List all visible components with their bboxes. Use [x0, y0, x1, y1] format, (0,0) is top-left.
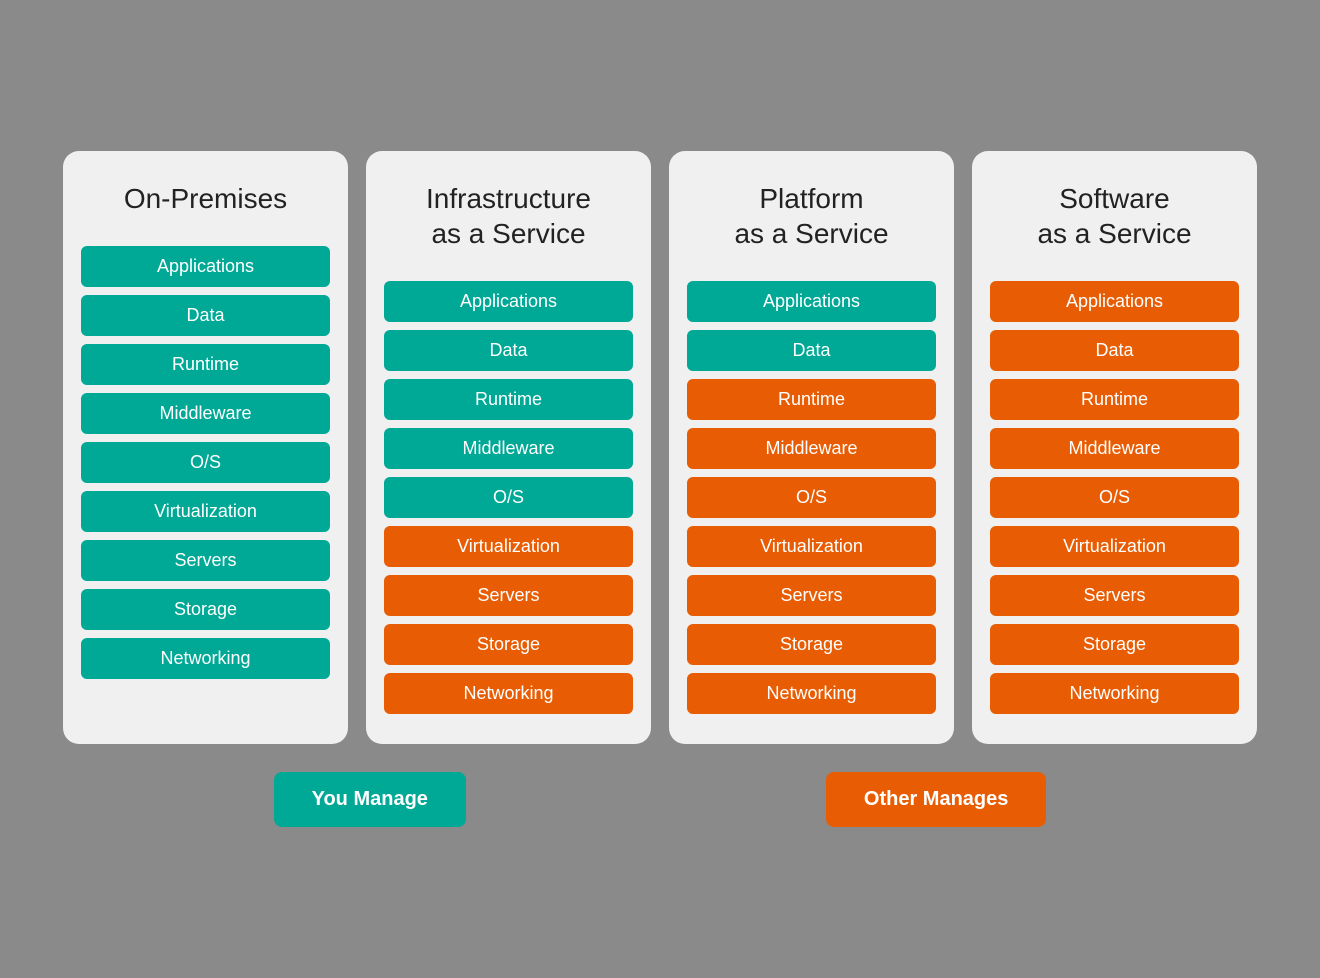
stack-list-saas: Applications Data Runtime Middleware O/S Virt…: [990, 281, 1239, 714]
stack-item-applications: Applications: [81, 246, 330, 287]
stack-item-runtime: Runtime: [990, 379, 1239, 420]
stack-item-storage: Storage: [384, 624, 633, 665]
column-title-iaas: Infrastructure as a Service: [426, 181, 591, 251]
column-title-paas: Platform as a Service: [734, 181, 888, 251]
stack-item-servers: Servers: [990, 575, 1239, 616]
column-on-premises: On-Premises Applications Data Runtime Middle…: [63, 151, 348, 744]
stack-list-iaas: Applications Data Runtime Middleware O/S Virt…: [384, 281, 633, 714]
column-paas: Platform as a Service Applications Data Run…: [669, 151, 954, 744]
stack-item-networking: Networking: [384, 673, 633, 714]
stack-item-data: Data: [81, 295, 330, 336]
stack-item-networking: Networking: [81, 638, 330, 679]
stack-item-o-s: O/S: [687, 477, 936, 518]
stack-item-applications: Applications: [384, 281, 633, 322]
stack-item-applications: Applications: [687, 281, 936, 322]
stack-item-o-s: O/S: [990, 477, 1239, 518]
stack-item-storage: Storage: [81, 589, 330, 630]
stack-item-virtualization: Virtualization: [687, 526, 936, 567]
stack-item-runtime: Runtime: [81, 344, 330, 385]
stack-item-o-s: O/S: [384, 477, 633, 518]
stack-item-data: Data: [384, 330, 633, 371]
columns-row: On-Premises Applications Data Runtime Middle…: [20, 151, 1300, 744]
stack-item-middleware: Middleware: [81, 393, 330, 434]
stack-item-o-s: O/S: [81, 442, 330, 483]
diagram-container: On-Premises Applications Data Runtime Middle…: [20, 151, 1300, 827]
stack-item-storage: Storage: [687, 624, 936, 665]
column-saas: Software as a Service Applications Data Run…: [972, 151, 1257, 744]
stack-item-data: Data: [990, 330, 1239, 371]
stack-item-virtualization: Virtualization: [990, 526, 1239, 567]
column-title-saas: Software as a Service: [1037, 181, 1191, 251]
stack-item-servers: Servers: [384, 575, 633, 616]
stack-item-virtualization: Virtualization: [81, 491, 330, 532]
column-title-on-premises: On-Premises: [124, 181, 287, 216]
column-iaas: Infrastructure as a Service Applications D…: [366, 151, 651, 744]
stack-item-networking: Networking: [687, 673, 936, 714]
stack-item-applications: Applications: [990, 281, 1239, 322]
stack-item-middleware: Middleware: [384, 428, 633, 469]
stack-item-data: Data: [687, 330, 936, 371]
stack-item-storage: Storage: [990, 624, 1239, 665]
stack-item-servers: Servers: [687, 575, 936, 616]
stack-list-paas: Applications Data Runtime Middleware O/S Virt…: [687, 281, 936, 714]
stack-item-networking: Networking: [990, 673, 1239, 714]
stack-item-virtualization: Virtualization: [384, 526, 633, 567]
other-manages-legend: Other Manages: [826, 772, 1046, 827]
stack-item-servers: Servers: [81, 540, 330, 581]
stack-item-runtime: Runtime: [384, 379, 633, 420]
stack-list-on-premises: Applications Data Runtime Middleware O/S Virt…: [81, 246, 330, 679]
stack-item-middleware: Middleware: [990, 428, 1239, 469]
stack-item-middleware: Middleware: [687, 428, 936, 469]
you-manage-legend: You Manage: [274, 772, 466, 827]
legend-row: You Manage Other Manages: [20, 772, 1300, 827]
stack-item-runtime: Runtime: [687, 379, 936, 420]
